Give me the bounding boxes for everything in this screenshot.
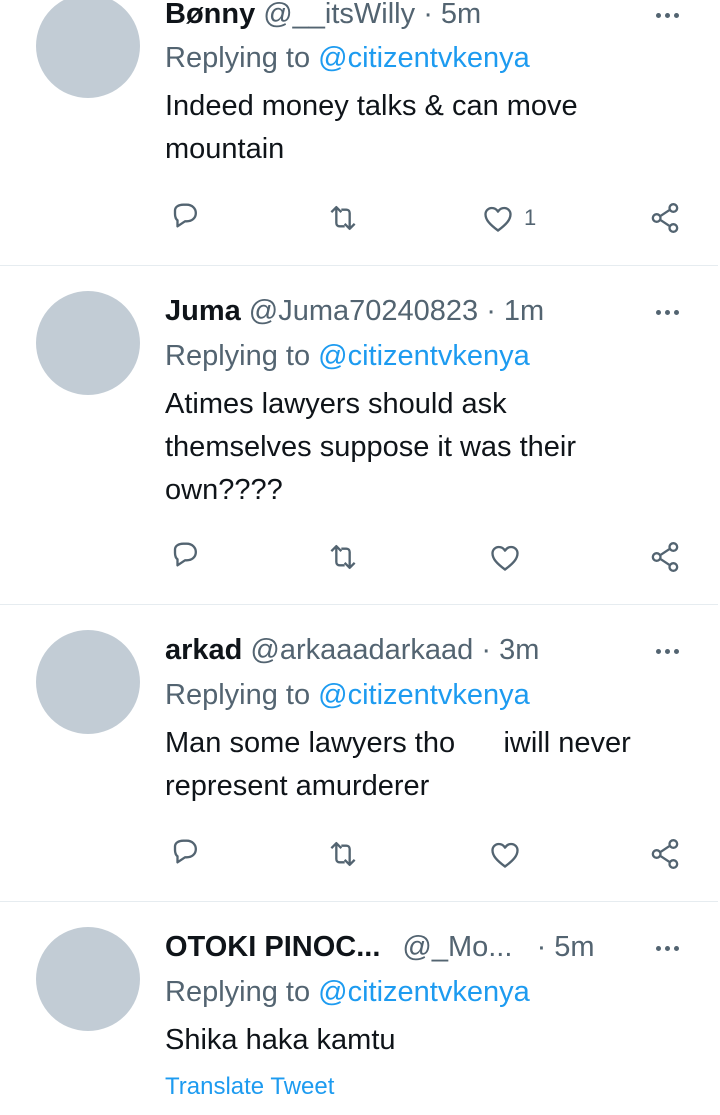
author-handle[interactable]: @Juma70240823 [249,295,478,328]
author-name[interactable]: arkad [165,634,242,667]
mention-link[interactable]: @citizentvkenya [318,340,530,372]
tweet-time-text: · 5m [423,0,482,30]
like-button[interactable] [485,834,525,874]
tweet-header: Juma @Juma70240823 · 1m [165,291,660,331]
share-button[interactable] [645,834,685,874]
retweet-button[interactable] [323,198,363,238]
retweet-icon [330,206,356,230]
tweet-header: OTOKI PINOC... @_Mo... · 5m [165,927,660,967]
like-button[interactable] [485,537,525,577]
tweet-text: Indeed money talks & can move mountain [165,90,578,165]
author-handle[interactable]: @arkaaadarkaad [250,634,473,667]
retweet-icon [330,545,356,569]
share-button[interactable] [645,198,685,238]
tweet-time[interactable]: · 3m [473,634,539,667]
reply-icon [173,839,197,864]
tweet-time-text: · 1m [486,294,545,327]
more-icon[interactable] [645,0,689,30]
more-icon[interactable] [645,933,689,963]
tweet-header: arkad @arkaaadarkaad · 3m [165,630,660,670]
share-icon [651,203,679,233]
heart-icon [491,842,519,868]
mention-link[interactable]: @citizentvkenya [318,976,530,1008]
retweet-icon [330,842,356,866]
reply-icon [173,542,197,567]
replying-to: Replying to @citizentvkenya [165,42,530,75]
retweet-button[interactable] [323,834,363,874]
author-handle[interactable]: @_Mo... [402,931,512,964]
replying-prefix: Replying to [165,42,319,74]
share-button[interactable] [645,537,685,577]
author-name[interactable]: OTOKI PINOC... [165,931,380,964]
reply-button[interactable] [165,537,205,577]
reply-icon [173,203,197,228]
like-button[interactable]: 1 [478,198,536,238]
replying-prefix: Replying to [165,340,319,372]
like-count: 1 [524,205,537,230]
tweet-text: Atimes lawyers should ask themselves sup… [165,388,577,506]
tweet-text: Shika haka kamtu [165,1024,396,1056]
tweet-text: Man some lawyers tho iwill never represe… [165,727,639,802]
heart-icon [491,545,519,571]
action-bar [160,537,700,577]
replying-to: Replying to @citizentvkenya [165,340,530,373]
tweet-header: Bønny @__itsWilly · 5m [165,0,660,34]
tweet-divider [0,265,718,266]
replying-to: Replying to @citizentvkenya [165,679,530,712]
share-icon [651,542,679,572]
author-name[interactable]: Juma [165,295,241,328]
action-bar [160,834,700,874]
avatar[interactable] [36,0,140,98]
share-icon [651,839,679,869]
tweet-divider [0,604,718,605]
retweet-button[interactable] [323,537,363,577]
tweet-time-text: · 5m [536,930,595,963]
more-icon[interactable] [645,636,689,666]
heart-icon [484,206,512,232]
reply-button[interactable] [165,198,205,238]
avatar[interactable] [36,927,140,1031]
author-name[interactable]: Bønny [165,0,255,31]
translate-tweet-link[interactable]: Translate Tweet [165,1073,334,1101]
reply-button[interactable] [165,834,205,874]
action-bar: 1 [160,198,700,238]
tweet-time-text: · 3m [481,633,540,666]
author-handle[interactable]: @__itsWilly [263,0,415,31]
tweet-time[interactable]: · 5m [512,930,595,964]
mention-link[interactable]: @citizentvkenya [318,42,530,74]
replying-to: Replying to @citizentvkenya [165,976,530,1009]
mention-link[interactable]: @citizentvkenya [318,679,530,711]
replying-prefix: Replying to [165,976,319,1008]
tweet-time[interactable]: · 1m [478,295,544,328]
tweet-divider [0,901,718,902]
avatar[interactable] [36,630,140,734]
tweet-time[interactable]: · 5m [415,0,481,31]
avatar[interactable] [36,291,140,395]
replying-prefix: Replying to [165,679,319,711]
more-icon[interactable] [645,297,689,327]
